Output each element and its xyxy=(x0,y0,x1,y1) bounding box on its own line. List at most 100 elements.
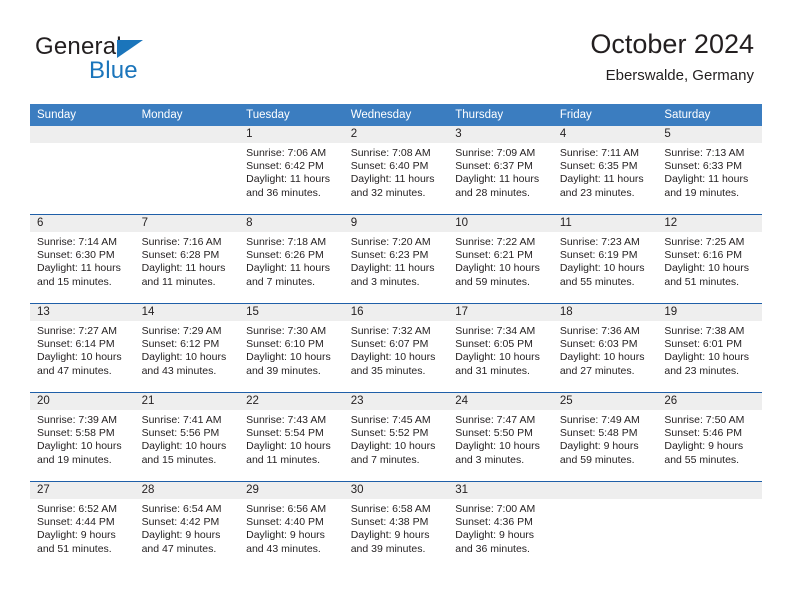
day-info xyxy=(135,143,240,147)
daylight-text-line2: and 43 minutes. xyxy=(246,542,321,555)
day-cell[interactable]: 14 Sunrise: 7:29 AM Sunset: 6:12 PM Dayligh… xyxy=(134,303,240,393)
daylight-text-line2: and 7 minutes. xyxy=(246,275,316,288)
daylight-text-line1: Daylight: 10 hours xyxy=(455,440,540,453)
calendar-header-row: Sunday Monday Tuesday Wednesday Thursday… xyxy=(30,104,762,126)
sunset-text: Sunset: 6:01 PM xyxy=(664,338,743,351)
daylight-text-line1: Daylight: 9 hours xyxy=(350,529,430,542)
sunset-text: Sunset: 5:58 PM xyxy=(37,427,115,440)
day-cell[interactable]: 23 Sunrise: 7:45 AM Sunset: 5:52 PM Dayligh… xyxy=(343,392,449,482)
daylight-text-line1: Daylight: 9 hours xyxy=(246,529,325,542)
day-cell[interactable]: 12 Sunrise: 7:25 AM Sunset: 6:16 PM Dayligh… xyxy=(657,214,762,304)
daylight-text-line2: and 23 minutes. xyxy=(559,186,635,199)
day-cell[interactable]: 22 Sunrise: 7:43 AM Sunset: 5:54 PM Dayligh… xyxy=(239,392,344,482)
day-cell[interactable]: 15 Sunrise: 7:30 AM Sunset: 6:10 PM Dayligh… xyxy=(239,303,344,393)
day-number xyxy=(552,482,658,499)
day-info: Sunrise: 7:39 AM Sunset: 5:58 PM Daylight:… xyxy=(30,410,135,467)
day-number: 14 xyxy=(134,304,240,321)
daylight-text-line1: Daylight: 10 hours xyxy=(350,351,436,364)
daylight-text-line1: Daylight: 11 hours xyxy=(246,262,330,275)
daylight-text-line2: and 55 minutes. xyxy=(559,275,635,288)
day-info: Sunrise: 7:09 AM Sunset: 6:37 PM Daylight:… xyxy=(448,143,553,200)
day-cell[interactable]: 4 Sunrise: 7:11 AM Sunset: 6:35 PM Daylight… xyxy=(552,126,658,215)
day-cell[interactable]: 30 Sunrise: 6:58 AM Sunset: 4:38 PM Dayligh… xyxy=(343,481,449,570)
day-cell[interactable]: 24 Sunrise: 7:47 AM Sunset: 5:50 PM Dayligh… xyxy=(448,392,553,482)
daylight-text-line1: Daylight: 10 hours xyxy=(246,440,331,453)
day-cell[interactable]: 7 Sunrise: 7:16 AM Sunset: 6:28 PM Daylight… xyxy=(134,214,240,304)
sunset-text: Sunset: 6:28 PM xyxy=(141,249,220,262)
week-row: 6 Sunrise: 7:14 AM Sunset: 6:30 PM Daylight… xyxy=(30,214,762,304)
day-cell[interactable] xyxy=(134,126,240,215)
triangle-logo-icon xyxy=(117,40,143,58)
day-cell[interactable]: 10 Sunrise: 7:22 AM Sunset: 6:21 PM Dayligh… xyxy=(448,214,553,304)
day-cell[interactable]: 31 Sunrise: 7:00 AM Sunset: 4:36 PM Dayligh… xyxy=(448,481,553,570)
day-cell[interactable] xyxy=(552,481,658,570)
sunrise-text: Sunrise: 7:25 AM xyxy=(664,236,745,248)
sunrise-text: Sunrise: 7:09 AM xyxy=(455,147,536,159)
sunset-text: Sunset: 4:44 PM xyxy=(37,516,115,529)
daylight-text-line2: and 11 minutes. xyxy=(141,275,216,288)
weekday-header-thursday: Thursday xyxy=(448,104,553,126)
day-cell[interactable]: 21 Sunrise: 7:41 AM Sunset: 5:56 PM Dayligh… xyxy=(134,392,240,482)
day-cell[interactable]: 6 Sunrise: 7:14 AM Sunset: 6:30 PM Daylight… xyxy=(30,214,135,304)
day-cell[interactable]: 27 Sunrise: 6:52 AM Sunset: 4:44 PM Dayligh… xyxy=(30,481,135,570)
day-info: Sunrise: 7:14 AM Sunset: 6:30 PM Daylight:… xyxy=(30,232,135,289)
day-info: Sunrise: 7:13 AM Sunset: 6:33 PM Daylight:… xyxy=(657,143,762,200)
day-cell[interactable]: 17 Sunrise: 7:34 AM Sunset: 6:05 PM Dayligh… xyxy=(448,303,553,393)
day-info: Sunrise: 7:16 AM Sunset: 6:28 PM Daylight:… xyxy=(135,232,240,289)
daylight-text-line1: Daylight: 11 hours xyxy=(141,262,226,275)
sunrise-text: Sunrise: 7:14 AM xyxy=(37,236,117,248)
day-cell[interactable]: 19 Sunrise: 7:38 AM Sunset: 6:01 PM Dayligh… xyxy=(657,303,762,393)
day-cell[interactable]: 28 Sunrise: 6:54 AM Sunset: 4:42 PM Dayligh… xyxy=(134,481,240,570)
daylight-text-line1: Daylight: 11 hours xyxy=(455,173,540,186)
day-cell[interactable]: 26 Sunrise: 7:50 AM Sunset: 5:46 PM Dayligh… xyxy=(657,392,762,482)
daylight-text-line2: and 15 minutes. xyxy=(141,453,217,466)
day-cell[interactable]: 13 Sunrise: 7:27 AM Sunset: 6:14 PM Dayligh… xyxy=(30,303,135,393)
day-cell[interactable]: 20 Sunrise: 7:39 AM Sunset: 5:58 PM Dayligh… xyxy=(30,392,135,482)
calendar-page: General Blue October 2024 Eberswalde, Ge… xyxy=(0,0,792,612)
day-cell[interactable]: 16 Sunrise: 7:32 AM Sunset: 6:07 PM Dayligh… xyxy=(343,303,449,393)
daylight-text-line2: and 28 minutes. xyxy=(455,186,530,199)
day-cell[interactable]: 9 Sunrise: 7:20 AM Sunset: 6:23 PM Daylight… xyxy=(343,214,449,304)
day-cell[interactable]: 18 Sunrise: 7:36 AM Sunset: 6:03 PM Dayligh… xyxy=(552,303,658,393)
sunset-text: Sunset: 6:37 PM xyxy=(455,160,533,173)
sunset-text: Sunset: 4:36 PM xyxy=(455,516,533,529)
sunrise-text: Sunrise: 6:54 AM xyxy=(141,503,222,515)
day-cell[interactable]: 1 Sunrise: 7:06 AM Sunset: 6:42 PM Daylight… xyxy=(239,126,344,215)
day-info: Sunrise: 7:41 AM Sunset: 5:56 PM Daylight:… xyxy=(135,410,240,467)
sunrise-text: Sunrise: 7:45 AM xyxy=(350,414,431,426)
day-cell[interactable]: 11 Sunrise: 7:23 AM Sunset: 6:19 PM Dayligh… xyxy=(552,214,658,304)
sunrise-text: Sunrise: 7:36 AM xyxy=(559,325,640,337)
sunset-text: Sunset: 6:35 PM xyxy=(559,160,638,173)
location-subtitle: Eberswalde, Germany xyxy=(605,67,754,84)
day-cell[interactable]: 2 Sunrise: 7:08 AM Sunset: 6:40 PM Daylight… xyxy=(343,126,449,215)
daylight-text-line2: and 23 minutes. xyxy=(664,364,740,377)
day-cell[interactable]: 8 Sunrise: 7:18 AM Sunset: 6:26 PM Daylight… xyxy=(239,214,344,304)
day-cell[interactable]: 29 Sunrise: 6:56 AM Sunset: 4:40 PM Dayligh… xyxy=(239,481,344,570)
sunrise-text: Sunrise: 7:43 AM xyxy=(246,414,327,426)
day-info: Sunrise: 6:58 AM Sunset: 4:38 PM Daylight:… xyxy=(344,499,449,556)
sunrise-text: Sunrise: 7:47 AM xyxy=(455,414,536,426)
day-cell[interactable]: 3 Sunrise: 7:09 AM Sunset: 6:37 PM Daylight… xyxy=(448,126,553,215)
sunrise-text: Sunrise: 6:56 AM xyxy=(246,503,327,515)
day-number: 30 xyxy=(343,482,449,499)
sunset-text: Sunset: 5:46 PM xyxy=(664,427,743,440)
sunrise-text: Sunrise: 7:30 AM xyxy=(246,325,327,337)
day-info: Sunrise: 7:30 AM Sunset: 6:10 PM Daylight:… xyxy=(239,321,344,378)
day-info: Sunrise: 7:23 AM Sunset: 6:19 PM Daylight:… xyxy=(553,232,658,289)
brand-logo[interactable]: General Blue xyxy=(35,33,265,85)
sunrise-text: Sunrise: 7:23 AM xyxy=(559,236,640,248)
day-number: 9 xyxy=(343,215,449,232)
day-number: 31 xyxy=(448,482,553,499)
sunset-text: Sunset: 6:19 PM xyxy=(559,249,638,262)
sunrise-text: Sunrise: 7:34 AM xyxy=(455,325,536,337)
daylight-text-line2: and 32 minutes. xyxy=(350,186,426,199)
day-number: 3 xyxy=(448,126,553,143)
daylight-text-line2: and 51 minutes. xyxy=(664,275,740,288)
day-cell[interactable] xyxy=(657,481,762,570)
day-info: Sunrise: 7:36 AM Sunset: 6:03 PM Daylight:… xyxy=(553,321,658,378)
day-cell[interactable] xyxy=(30,126,135,215)
day-cell[interactable]: 25 Sunrise: 7:49 AM Sunset: 5:48 PM Dayligh… xyxy=(552,392,658,482)
day-cell[interactable]: 5 Sunrise: 7:13 AM Sunset: 6:33 PM Daylight… xyxy=(657,126,762,215)
daylight-text-line1: Daylight: 10 hours xyxy=(141,440,227,453)
day-info: Sunrise: 7:50 AM Sunset: 5:46 PM Daylight:… xyxy=(657,410,762,467)
